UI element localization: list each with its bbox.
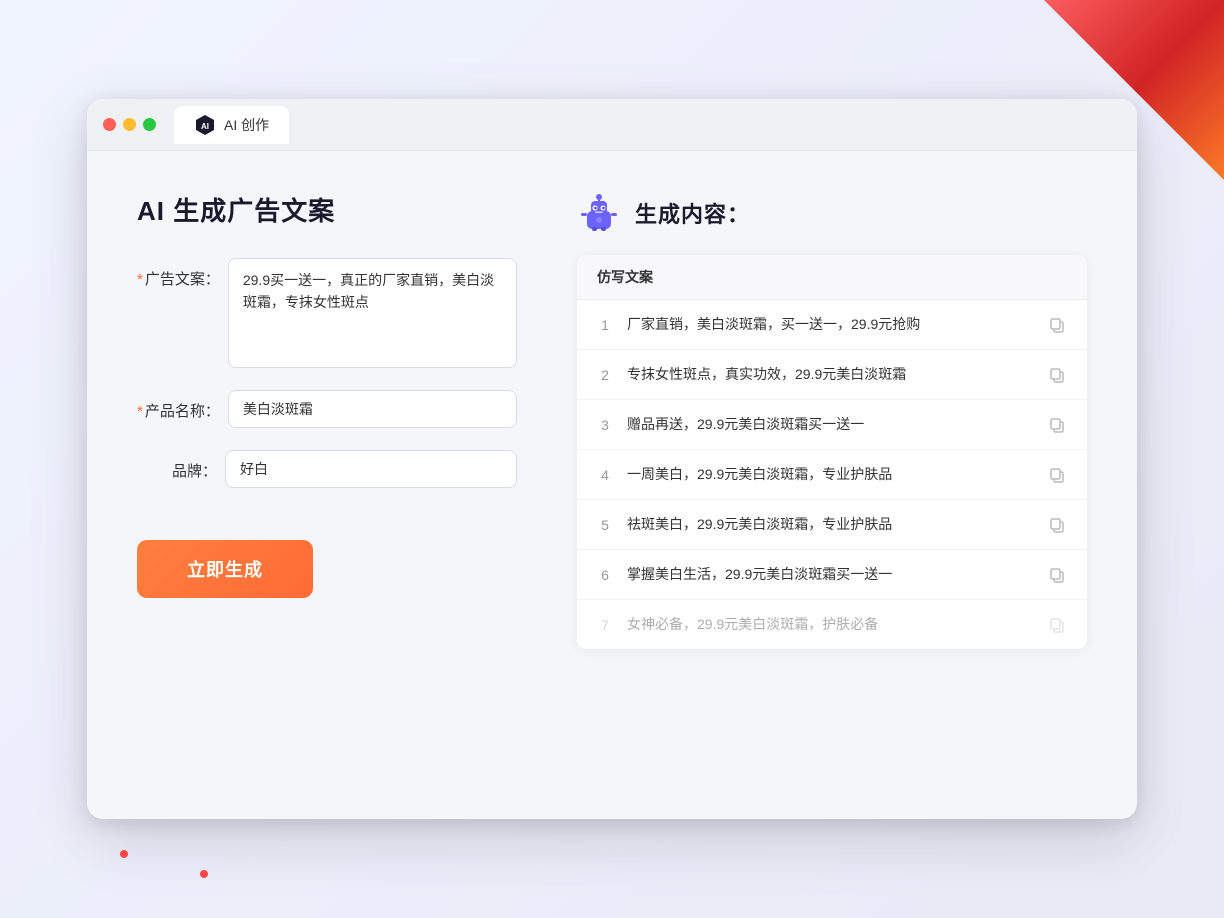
maximize-button[interactable] <box>143 118 156 131</box>
right-panel: 生成内容： 仿写文案 1 厂家直销，美白淡斑霜，买一送一，29.9元抢购 2 专… <box>577 191 1087 779</box>
generate-button[interactable]: 立即生成 <box>137 540 313 598</box>
row-text: 赠品再送，29.9元美白淡斑霜买一送一 <box>627 414 1033 435</box>
copy-icon[interactable] <box>1047 615 1067 635</box>
result-rows-container: 1 厂家直销，美白淡斑霜，买一送一，29.9元抢购 2 专抹女性斑点，真实功效，… <box>577 300 1087 649</box>
row-text: 专抹女性斑点，真实功效，29.9元美白淡斑霜 <box>627 364 1033 385</box>
copy-icon[interactable] <box>1047 465 1067 485</box>
row-number: 5 <box>597 517 613 533</box>
ad-copy-input[interactable]: 29.9买一送一，真正的厂家直销，美白淡斑霜，专抹女性斑点 <box>228 258 517 368</box>
table-row: 5 祛斑美白，29.9元美白淡斑霜，专业护肤品 <box>577 500 1087 550</box>
browser-window: AI AI 创作 AI 生成广告文案 *广告文案： 29.9买一送一，真正的厂家… <box>87 99 1137 819</box>
traffic-lights <box>103 118 156 131</box>
title-bar: AI AI 创作 <box>87 99 1137 151</box>
result-title: 生成内容： <box>635 197 750 229</box>
row-text: 厂家直销，美白淡斑霜，买一送一，29.9元抢购 <box>627 314 1033 335</box>
ad-copy-group: *广告文案： 29.9买一送一，真正的厂家直销，美白淡斑霜，专抹女性斑点 <box>137 258 517 368</box>
row-number: 1 <box>597 317 613 333</box>
table-row: 1 厂家直销，美白淡斑霜，买一送一，29.9元抢购 <box>577 300 1087 350</box>
ai-icon: AI <box>194 114 216 136</box>
content-area: AI 生成广告文案 *广告文案： 29.9买一送一，真正的厂家直销，美白淡斑霜，… <box>87 151 1137 819</box>
row-text: 祛斑美白，29.9元美白淡斑霜，专业护肤品 <box>627 514 1033 535</box>
copy-icon[interactable] <box>1047 565 1067 585</box>
svg-text:AI: AI <box>201 122 209 131</box>
required-star-2: * <box>137 403 143 420</box>
copy-icon[interactable] <box>1047 415 1067 435</box>
required-star-1: * <box>137 271 143 288</box>
row-number: 7 <box>597 617 613 633</box>
row-number: 3 <box>597 417 613 433</box>
minimize-button[interactable] <box>123 118 136 131</box>
copy-icon[interactable] <box>1047 365 1067 385</box>
row-text: 女神必备，29.9元美白淡斑霜，护肤必备 <box>627 614 1033 635</box>
product-name-input[interactable] <box>228 390 517 428</box>
copy-icon[interactable] <box>1047 315 1067 335</box>
ai-tab[interactable]: AI AI 创作 <box>174 106 289 144</box>
brand-label: 品牌： <box>137 450 217 481</box>
dot-decoration-2 <box>200 870 208 878</box>
table-row: 4 一周美白，29.9元美白淡斑霜，专业护肤品 <box>577 450 1087 500</box>
robot-icon <box>577 191 621 235</box>
ad-copy-label: *广告文案： <box>137 258 220 289</box>
table-header: 仿写文案 <box>577 255 1087 300</box>
table-row: 6 掌握美白生活，29.9元美白淡斑霜买一送一 <box>577 550 1087 600</box>
close-button[interactable] <box>103 118 116 131</box>
table-row: 2 专抹女性斑点，真实功效，29.9元美白淡斑霜 <box>577 350 1087 400</box>
result-header: 生成内容： <box>577 191 1087 235</box>
tab-label: AI 创作 <box>224 115 269 135</box>
row-number: 6 <box>597 567 613 583</box>
table-row: 3 赠品再送，29.9元美白淡斑霜买一送一 <box>577 400 1087 450</box>
table-row: 7 女神必备，29.9元美白淡斑霜，护肤必备 <box>577 600 1087 649</box>
copy-icon[interactable] <box>1047 515 1067 535</box>
product-name-group: *产品名称： <box>137 390 517 428</box>
page-title: AI 生成广告文案 <box>137 191 517 228</box>
row-number: 4 <box>597 467 613 483</box>
row-text: 掌握美白生活，29.9元美白淡斑霜买一送一 <box>627 564 1033 585</box>
dot-decoration-1 <box>120 850 128 858</box>
row-text: 一周美白，29.9元美白淡斑霜，专业护肤品 <box>627 464 1033 485</box>
product-name-label: *产品名称： <box>137 390 220 421</box>
result-table: 仿写文案 1 厂家直销，美白淡斑霜，买一送一，29.9元抢购 2 专抹女性斑点，… <box>577 255 1087 649</box>
brand-group: 品牌： <box>137 450 517 488</box>
left-panel: AI 生成广告文案 *广告文案： 29.9买一送一，真正的厂家直销，美白淡斑霜，… <box>137 191 517 779</box>
brand-input[interactable] <box>225 450 517 488</box>
row-number: 2 <box>597 367 613 383</box>
